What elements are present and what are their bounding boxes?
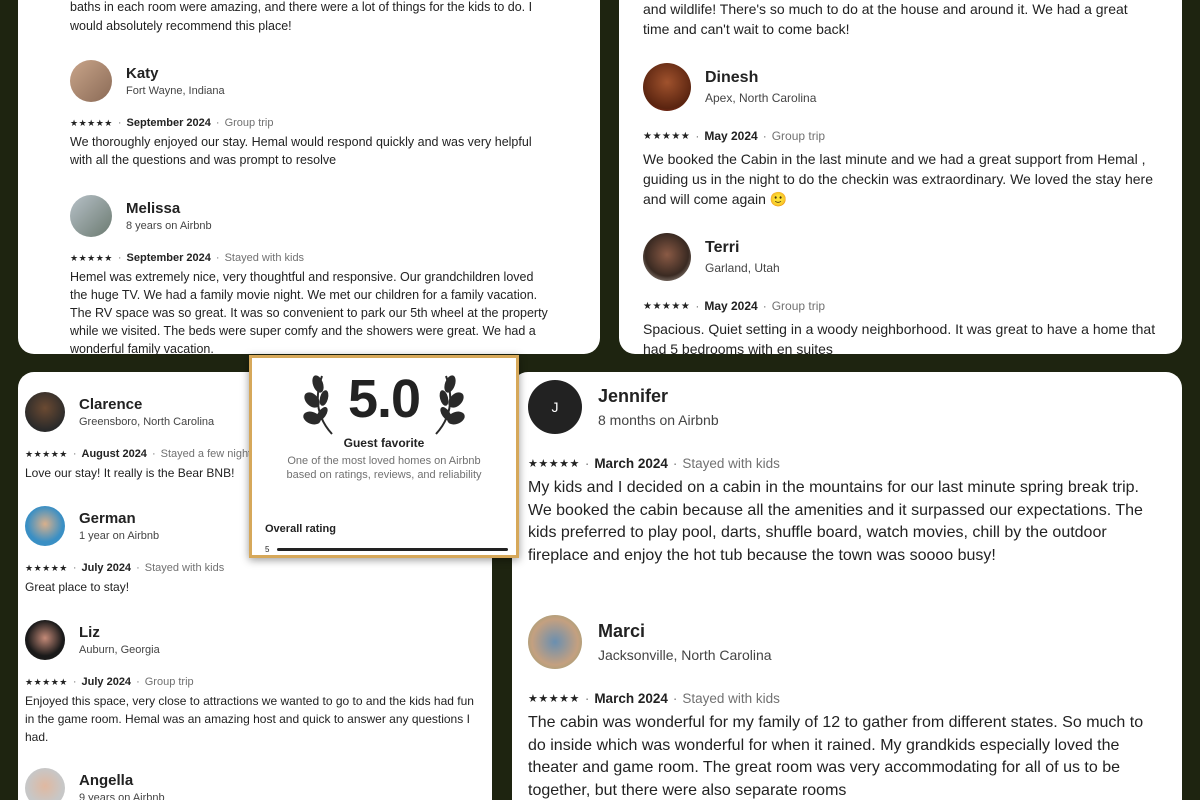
rating-stars: ★★★★★ — [528, 693, 580, 705]
review-text-fragment: baths in each room were amazing, and the… — [70, 0, 533, 33]
trip-type: Stayed with kids — [682, 456, 780, 471]
user-avatar[interactable] — [643, 63, 691, 111]
review-item: Katy Fort Wayne, Indiana ★★★★★ · September… — [70, 60, 550, 169]
review-text: We thoroughly enjoyed our stay. Hemal wo… — [70, 135, 532, 167]
reviewer-name[interactable]: Melissa — [126, 200, 212, 217]
review-text: My kids and I decided on a cabin in the … — [528, 479, 1143, 564]
rating-bar-label: 5 — [265, 545, 270, 554]
trip-type: Group trip — [224, 117, 274, 129]
review-date: July 2024 — [81, 562, 132, 574]
review-item: Dinesh Apex, North Carolina ★★★★★ · May 20… — [643, 63, 1163, 209]
review-text: The cabin was wonderful for my family of… — [528, 714, 1144, 799]
review-text: Hemel was extremely nice, very thoughtfu… — [70, 270, 548, 354]
review-card-top-left: baths in each room were amazing, and the… — [18, 0, 600, 354]
review-text: Great place to stay! — [25, 580, 130, 594]
laurel-right-icon — [435, 375, 465, 435]
review-date: May 2024 — [704, 299, 758, 313]
review-date: May 2024 — [704, 129, 758, 143]
reviewer-name[interactable]: Marci — [598, 621, 772, 642]
trip-type: Stayed a few nights — [160, 448, 257, 460]
rating-stars: ★★★★★ — [643, 300, 691, 312]
review-date: July 2024 — [81, 676, 132, 688]
user-avatar[interactable] — [643, 233, 691, 281]
review-item: Liz Auburn, Georgia ★★★★★ · July 2024 · Grou… — [25, 620, 485, 746]
user-avatar[interactable] — [528, 615, 582, 669]
reviewer-name[interactable]: Katy — [126, 65, 225, 82]
review-item: J Jennifer 8 months on Airbnb ★★★★★ · Marc… — [528, 380, 1148, 567]
rating-stars: ★★★★★ — [25, 676, 68, 687]
trip-type: Stayed with kids — [224, 252, 305, 264]
review-date: September 2024 — [126, 252, 211, 264]
trip-type: Group trip — [771, 129, 826, 143]
reviewer-tenure: 1 year on Airbnb — [79, 530, 160, 542]
guest-favorite-description: One of the most loved homes on Airbnb ba… — [252, 454, 516, 482]
overall-rating-label: Overall rating — [265, 523, 336, 535]
overall-score: 5.0 — [347, 369, 421, 429]
reviewer-location: Greensboro, North Carolina — [79, 416, 215, 428]
reviewer-name[interactable]: Clarence — [79, 396, 214, 413]
guest-favorite-label: Guest favorite — [343, 436, 425, 450]
rating-stars: ★★★★★ — [70, 117, 113, 128]
review-text: Enjoyed this space, very close to attrac… — [25, 694, 474, 744]
reviewer-location: Garland, Utah — [705, 261, 780, 275]
trip-type: Group trip — [144, 676, 194, 688]
description-line: One of the most loved homes on Airbnb — [287, 455, 481, 467]
rating-stars: ★★★★★ — [528, 458, 580, 470]
reviewer-name[interactable]: Dinesh — [705, 69, 816, 87]
reviewer-name[interactable]: Liz — [79, 624, 160, 641]
trip-type: Stayed with kids — [682, 691, 780, 706]
reviewer-location: Fort Wayne, Indiana — [126, 85, 225, 97]
rating-stars: ★★★★★ — [643, 130, 691, 142]
review-date: March 2024 — [594, 456, 668, 471]
reviewer-name[interactable]: Jennifer — [598, 386, 719, 407]
reviewer-tenure: 8 years on Airbnb — [126, 220, 212, 232]
review-date: August 2024 — [81, 448, 147, 460]
reviewer-location: Apex, North Carolina — [705, 91, 817, 105]
rating-stars: ★★★★★ — [25, 448, 68, 459]
review-card-bottom-right: J Jennifer 8 months on Airbnb ★★★★★ · Marc… — [512, 372, 1182, 800]
review-date: September 2024 — [126, 117, 211, 129]
reviewer-name[interactable]: Terri — [705, 239, 780, 257]
reviewer-location: Jacksonville, North Carolina — [598, 647, 772, 663]
rating-stars: ★★★★★ — [25, 562, 68, 573]
review-text-fragment: and wildlife! There's so much to do at t… — [643, 1, 1128, 37]
reviewer-tenure: 8 months on Airbnb — [598, 412, 719, 428]
user-avatar[interactable] — [25, 506, 65, 546]
review-text: Spacious. Quiet setting in a woody neigh… — [643, 321, 1156, 354]
reviewer-name[interactable]: Angella — [79, 772, 165, 789]
review-item: Angella 9 years on Airbnb — [25, 768, 485, 800]
rating-stars: ★★★★★ — [70, 252, 113, 263]
user-avatar[interactable] — [70, 195, 112, 237]
user-avatar[interactable] — [25, 768, 65, 800]
user-avatar[interactable] — [25, 620, 65, 660]
review-card-top-right: and wildlife! There's so much to do at t… — [619, 0, 1182, 354]
trip-type: Group trip — [771, 299, 826, 313]
rating-bar — [277, 548, 508, 551]
review-item: Melissa 8 years on Airbnb ★★★★★ · Septembe… — [70, 195, 550, 354]
description-line: based on ratings, reviews, and reliabili… — [286, 469, 482, 481]
user-avatar-initial[interactable]: J — [528, 380, 582, 434]
trip-type: Stayed with kids — [144, 562, 225, 574]
review-item: Marci Jacksonville, North Carolina ★★★★★… — [528, 615, 1148, 800]
reviewer-tenure: 9 years on Airbnb — [79, 792, 165, 800]
user-avatar[interactable] — [70, 60, 112, 102]
guest-favorite-rating-box: 5.0 Guest favorite One of the most loved… — [249, 355, 519, 558]
laurel-left-icon — [303, 375, 333, 435]
user-avatar[interactable] — [25, 392, 65, 432]
review-date: March 2024 — [594, 691, 668, 706]
review-item: Terri Garland, Utah ★★★★★ · May 2024 · Group… — [643, 233, 1163, 354]
review-text: We booked the Cabin in the last minute a… — [643, 151, 1154, 207]
reviewer-name[interactable]: German — [79, 510, 159, 527]
reviewer-location: Auburn, Georgia — [79, 644, 160, 656]
